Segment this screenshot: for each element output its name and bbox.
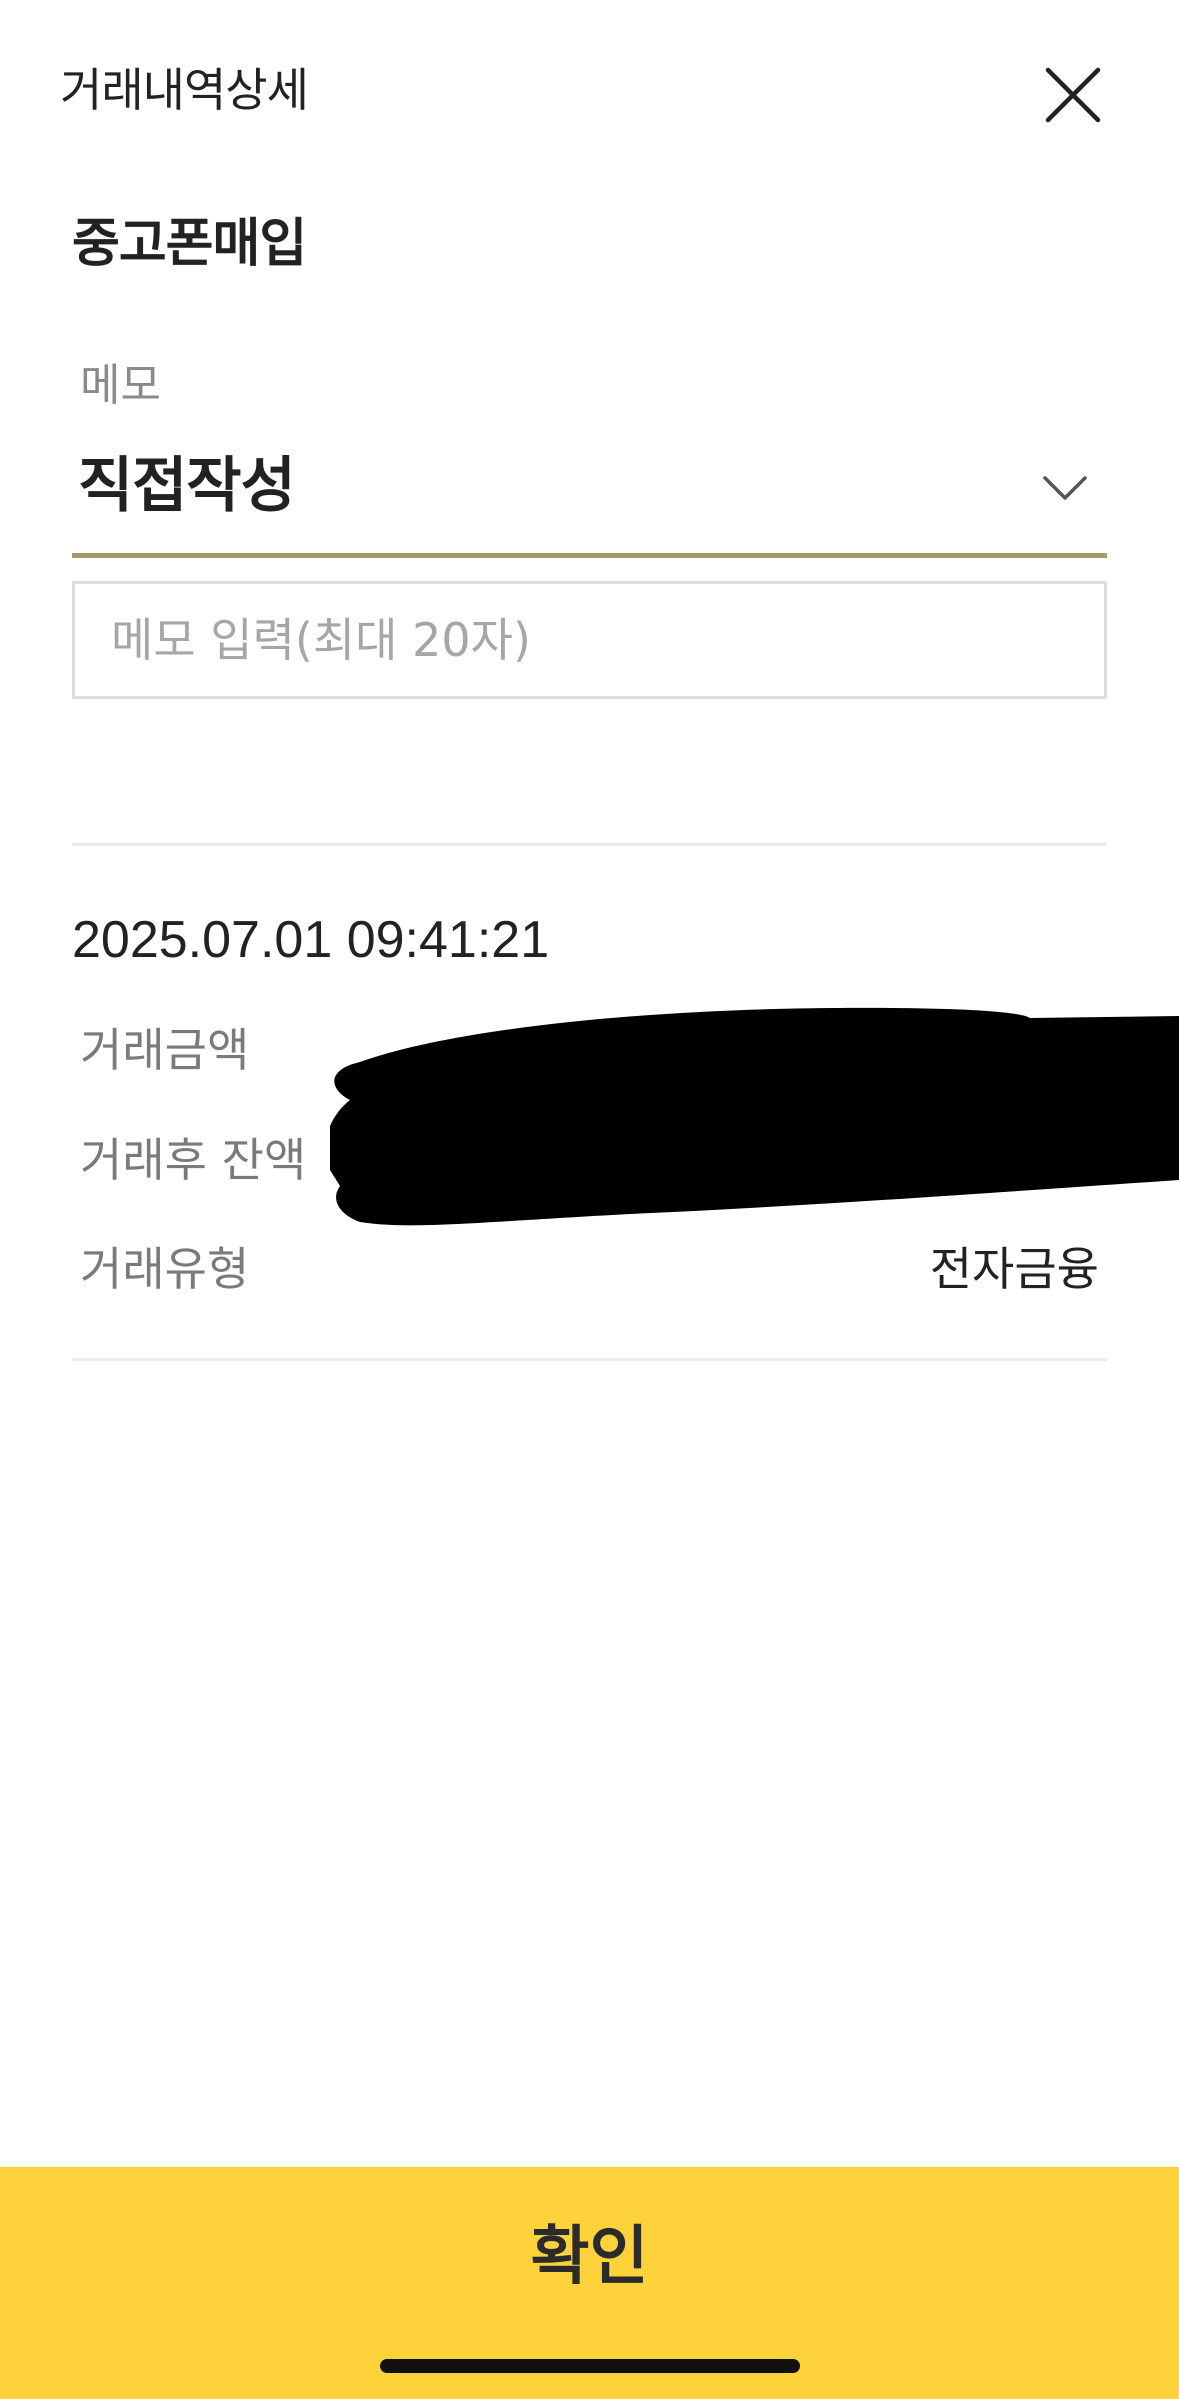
transaction-title: 중고폰매입 <box>72 214 307 274</box>
type-value: 전자금융 <box>929 1242 1099 1296</box>
header: 거래내역상세 <box>0 0 1179 180</box>
confirm-button[interactable]: 확인 <box>0 2167 1179 2399</box>
divider <box>72 843 1107 846</box>
close-button[interactable] <box>1030 56 1110 136</box>
chevron-down-icon <box>1043 476 1087 500</box>
balance-label: 거래후 잔액 <box>80 1133 307 1187</box>
amount-label: 거래금액 <box>80 1023 250 1077</box>
home-indicator <box>380 2359 800 2373</box>
type-label: 거래유형 <box>80 1242 250 1296</box>
confirm-label: 확인 <box>530 2220 649 2294</box>
redaction-scribble <box>330 1007 1179 1226</box>
transaction-datetime: 2025.07.01 09:41:21 <box>72 911 550 969</box>
page-title: 거래내역상세 <box>60 63 309 117</box>
memo-type-selected-value: 직접작성 <box>78 451 296 521</box>
memo-type-select[interactable]: 직접작성 <box>72 428 1107 558</box>
memo-input[interactable] <box>72 581 1107 699</box>
detail-row-type: 거래유형 전자금융 <box>72 1234 1107 1304</box>
memo-label: 메모 <box>80 360 161 411</box>
divider <box>72 1358 1107 1361</box>
close-icon <box>1045 67 1101 123</box>
